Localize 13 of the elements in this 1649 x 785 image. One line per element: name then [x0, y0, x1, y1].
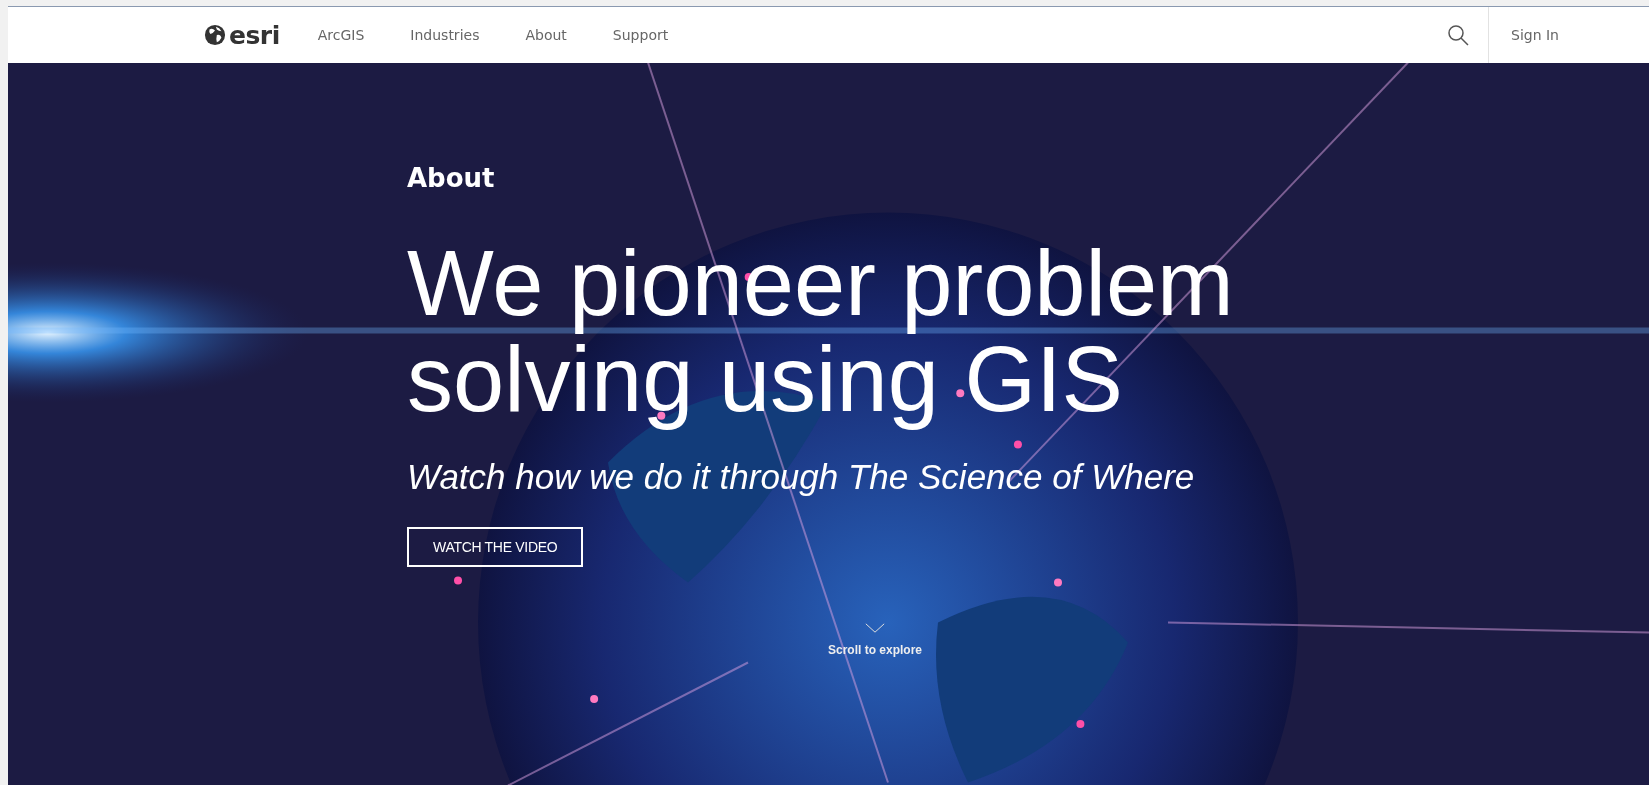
- section-label: About: [407, 163, 496, 193]
- nav-link[interactable]: About: [525, 27, 567, 43]
- globe-icon: [204, 24, 226, 46]
- watch-video-button[interactable]: WATCH THE VIDEO: [407, 527, 584, 567]
- logo-text: esri: [229, 20, 280, 50]
- search-icon[interactable]: [1446, 23, 1470, 47]
- nav-link[interactable]: ArcGIS: [317, 27, 365, 43]
- chevron-down-icon[interactable]: [865, 623, 885, 633]
- nav-link[interactable]: Industries: [410, 27, 480, 43]
- nav-link[interactable]: Support: [612, 27, 669, 43]
- logo[interactable]: esri: [204, 20, 280, 50]
- subtitle: Watch how we do it through The Science of Where: [407, 457, 1196, 497]
- scroll-hint: Scroll to explore: [828, 643, 923, 657]
